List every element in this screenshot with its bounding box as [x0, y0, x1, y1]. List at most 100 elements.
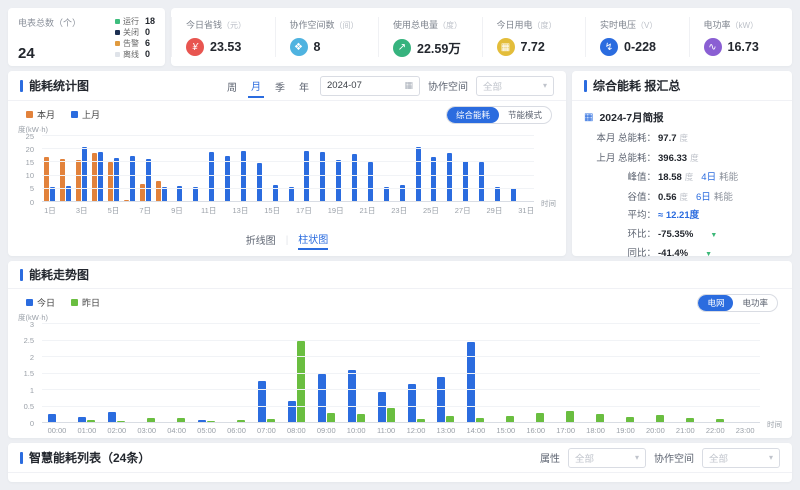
bar-本月 [108, 162, 113, 202]
kpi-unit: （度） [533, 21, 557, 30]
bar-group: 11日 [201, 136, 217, 202]
x-tick-label: 12:00 [407, 426, 426, 435]
link-bar-chart[interactable]: 柱状图 [298, 231, 328, 250]
toggle-综合能耗[interactable]: 综合能耗 [447, 107, 499, 123]
x-tick-label: 09:00 [317, 426, 336, 435]
bar-昨日 [387, 408, 395, 424]
chevron-down-icon: ▾ [769, 453, 773, 462]
link-line-chart[interactable]: 折线图 [246, 232, 276, 249]
summary-row-unit: 度 [685, 171, 694, 183]
legend-label: 告警 [123, 38, 139, 49]
bar-昨日 [297, 341, 305, 424]
tab-week[interactable]: 周 [224, 74, 240, 97]
bar-今日 [467, 342, 475, 423]
kpi-unit: （间） [335, 21, 359, 30]
tab-month[interactable]: 月 [248, 73, 264, 98]
panel-title: 能耗走势图 [20, 266, 89, 283]
summary-row-unit: 度 [680, 191, 689, 203]
monthly-energy-bar-chart: 度(kW·h) 0510152025 1日3日5日7日9日11日13日15日17… [14, 125, 560, 217]
panel-title-text: 综合能耗 报汇总 [593, 77, 680, 94]
x-tick-label: 13日 [233, 205, 249, 216]
x-tick-label: 20:00 [646, 426, 665, 435]
bar-group [312, 136, 328, 202]
chart-plot-area: 1日3日5日7日9日11日13日15日17日19日21日23日25日27日29日… [42, 136, 534, 202]
workspace-filter-label: 协作空间 [654, 450, 694, 465]
workspace-filter-select[interactable]: 全部 ▾ [702, 448, 780, 468]
summary-row: 同比： -41.4% ▼ [584, 248, 780, 261]
legend-yesterday[interactable]: 昨日 [71, 296, 100, 309]
x-tick-label: 19:00 [616, 426, 635, 435]
y-tick-label: 3 [30, 320, 34, 328]
summary-row-value: -41.4% [658, 248, 688, 260]
bar-group [280, 136, 296, 202]
bar-今日 [437, 377, 445, 423]
bar-group [344, 136, 360, 202]
legend-this-month[interactable]: 本月 [26, 108, 55, 121]
gridline [42, 340, 760, 341]
trend-header: 能耗走势图 [8, 261, 792, 289]
attribute-filter-value: 全部 [575, 451, 594, 465]
total-energy-icon: ↗ [393, 39, 411, 57]
x-tick-label: 11:00 [377, 426, 395, 435]
y-tick-label: 10 [26, 172, 34, 180]
chart-plot-area: 00:0001:0002:0003:0004:0005:0006:0007:00… [42, 324, 760, 423]
bar-group [90, 136, 106, 202]
x-tick-label: 25日 [423, 205, 439, 216]
date-picker[interactable]: 2024-07 ▦ [320, 76, 420, 96]
bar-group [375, 136, 391, 202]
summary-row-value: 396.33 [658, 153, 687, 165]
x-tick-label: 22:00 [706, 426, 725, 435]
bar-今日 [378, 392, 386, 423]
tab-quarter[interactable]: 季 [272, 74, 288, 97]
money-saved-icon: ¥ [186, 38, 204, 56]
summary-rows: 本月 总能耗： 97.7 度 上月 总能耗： 396.33 度 [584, 132, 780, 261]
legend-last-month[interactable]: 上月 [71, 108, 100, 121]
x-tick-label: 10:00 [347, 426, 366, 435]
summary-row-label: 本月 总能耗： [584, 133, 656, 145]
bar-上月 [257, 163, 262, 202]
tab-year[interactable]: 年 [296, 74, 312, 97]
legend-swatch [26, 111, 33, 118]
icon-glyph: ∿ [708, 42, 716, 53]
bar-上月 [511, 188, 516, 202]
x-tick-label: 17:00 [556, 426, 575, 435]
bar-本月 [156, 181, 161, 202]
x-axis-label: 时间 [767, 419, 782, 430]
trend-legend-row: 今日 昨日 电网 电功率 [8, 289, 792, 311]
kpi-label-text: 电功率 [704, 20, 731, 30]
x-tick-label: 21日 [360, 205, 376, 216]
toggle-电网[interactable]: 电网 [698, 295, 733, 311]
smart-energy-list-panel: 智慧能耗列表（24条） 属性 全部 ▾ 协作空间 全部 ▾ [8, 443, 792, 482]
x-tick-label: 31日 [518, 205, 534, 216]
summary-row-label: 上月 总能耗： [584, 153, 656, 165]
gridline [42, 201, 534, 202]
toggle-电功率[interactable]: 电功率 [733, 295, 777, 311]
summary-row-value: ≈ 12.21度 [658, 210, 699, 222]
bar-上月 [209, 152, 214, 202]
summary-row-label: 谷值： [584, 192, 656, 204]
y-tick-label: 5 [30, 185, 34, 193]
toggle-节能模式[interactable]: 节能模式 [499, 107, 551, 123]
legend-today[interactable]: 今日 [26, 296, 55, 309]
x-tick-label: 05:00 [197, 426, 216, 435]
bar-今日 [258, 381, 266, 423]
attribute-filter-select[interactable]: 全部 ▾ [568, 448, 646, 468]
y-tick-label: 15 [26, 159, 34, 167]
x-tick-label: 3日 [76, 205, 88, 216]
bar-groups: 1日3日5日7日9日11日13日15日17日19日21日23日25日27日29日… [42, 136, 534, 202]
legend-value: 0 [145, 49, 150, 60]
legend-swatch [26, 299, 33, 306]
bar-group: 1日 [42, 136, 58, 202]
kpi-unit: （kW） [731, 21, 759, 30]
summary-period-text: 2024-7月简报 [599, 110, 663, 125]
summary-row: 平均： ≈ 12.21度 [584, 210, 780, 222]
legend-swatch [71, 111, 78, 118]
panel-title-text: 能耗统计图 [29, 77, 89, 94]
bar-group: 13日 [233, 136, 249, 202]
bar-本月 [60, 159, 65, 202]
kpi-card-strip: 今日省钱（元） ¥ 23.53 协作空间数（间） ❖ 8 [171, 8, 792, 66]
workspace-select[interactable]: 全部 ▾ [476, 76, 554, 96]
summary-row-day: 6日 [696, 192, 711, 204]
legend-value: 18 [145, 16, 155, 27]
calendar-icon: ▦ [584, 112, 593, 123]
